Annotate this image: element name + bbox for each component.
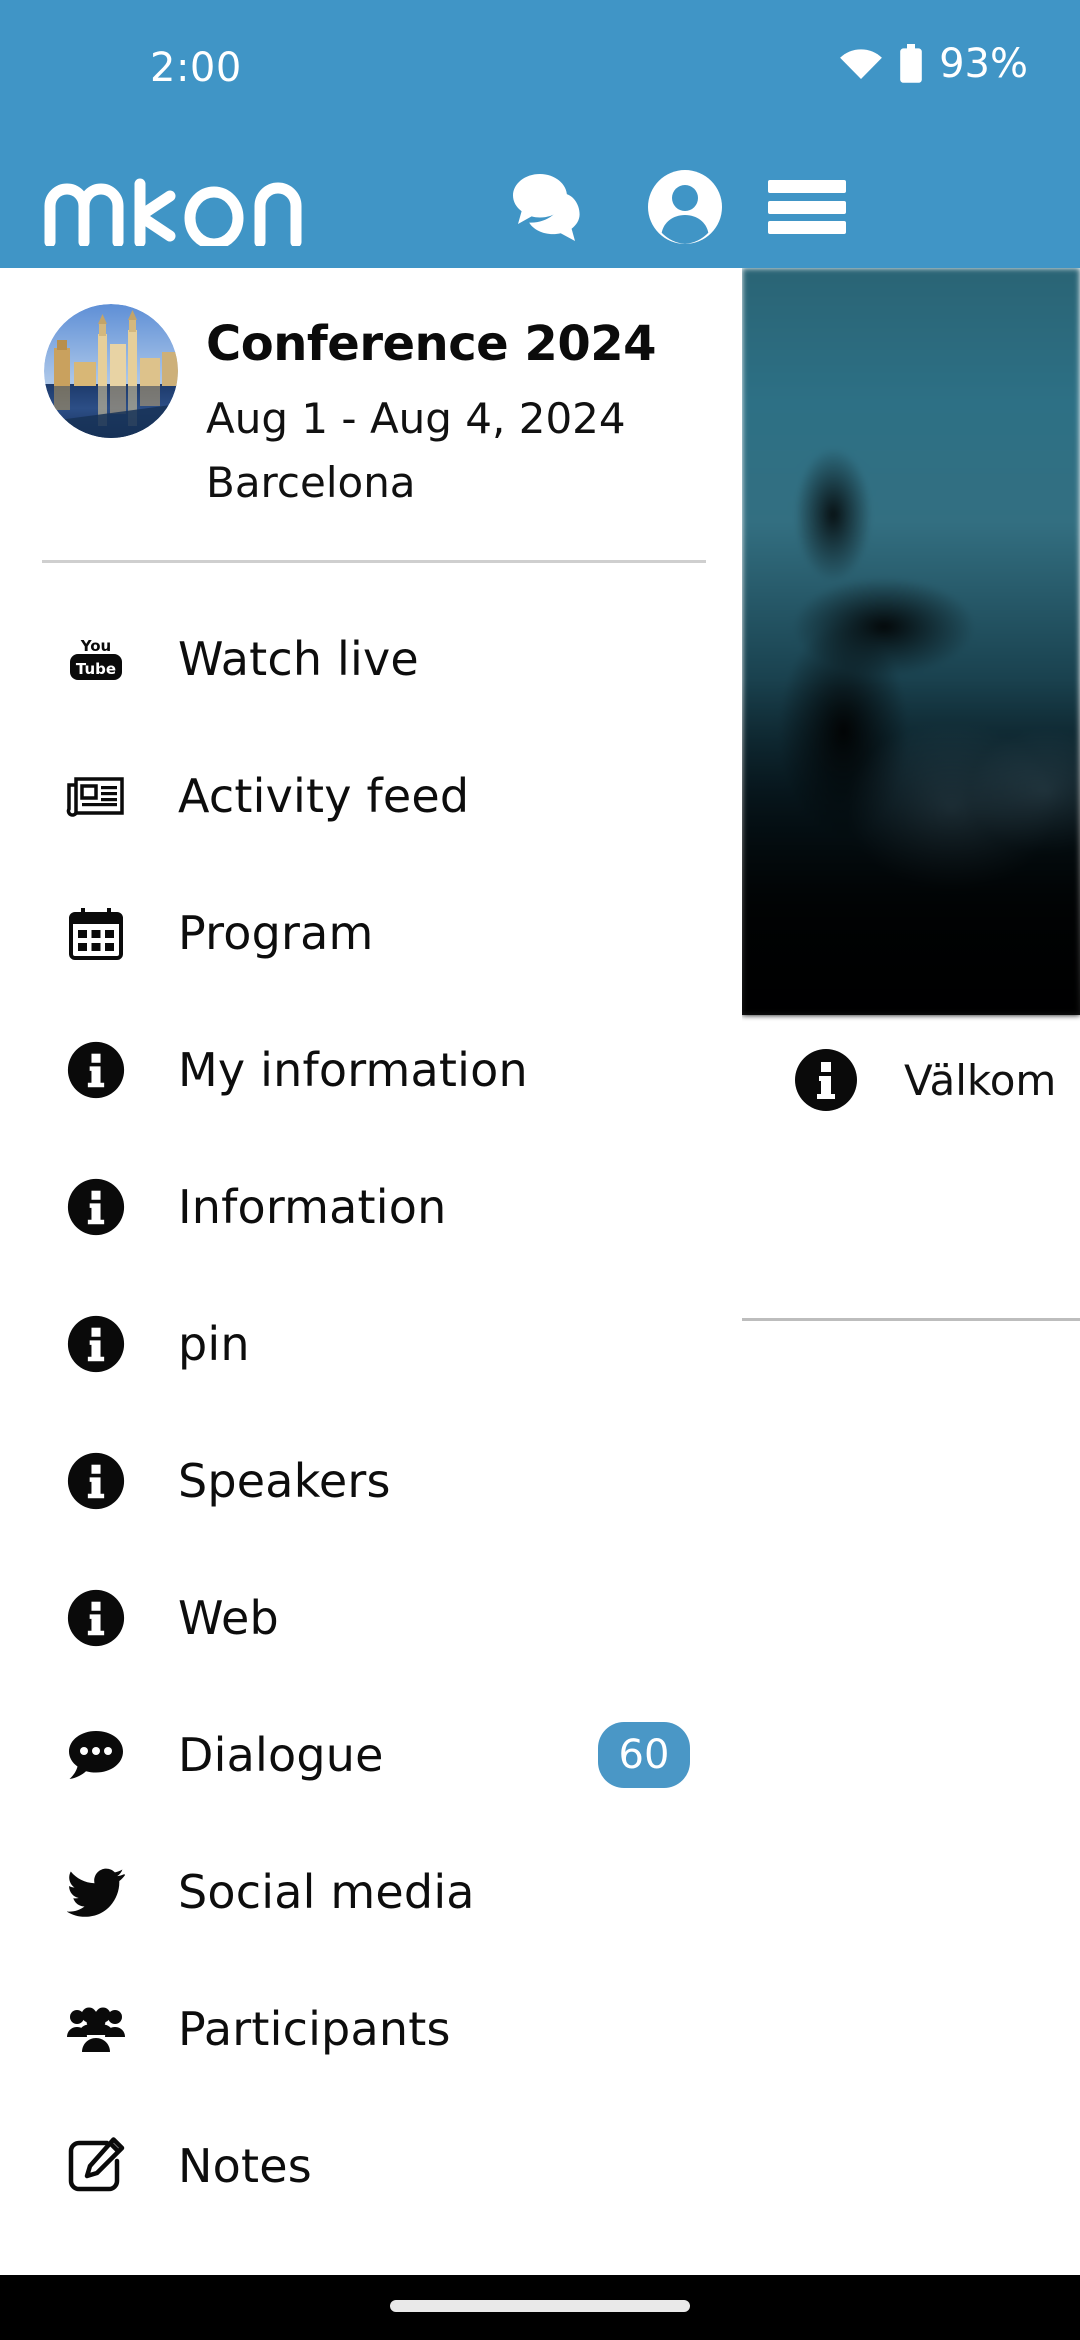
drawer-divider — [42, 560, 706, 563]
wifi-icon — [839, 47, 883, 81]
info-icon — [66, 1588, 126, 1648]
hamburger-icon[interactable] — [768, 180, 846, 234]
hamburger-bar — [768, 221, 846, 234]
battery-percent: 93% — [939, 41, 1028, 87]
menu-item-label: Speakers — [178, 1453, 391, 1508]
app-bar — [0, 140, 1080, 376]
info-icon — [66, 1451, 126, 1511]
menu-item-dialogue[interactable]: Dialogue 60 — [0, 1686, 742, 1823]
menu-item-information[interactable]: Information — [0, 1138, 742, 1275]
menu-item-web[interactable]: Web — [0, 1549, 742, 1686]
menu-item-label: Participants — [178, 2001, 451, 2056]
info-icon — [66, 1314, 126, 1374]
app-logo[interactable] — [42, 166, 332, 246]
hero-vignette — [742, 268, 1080, 1015]
status-time: 2:00 — [150, 45, 242, 91]
content-info-row[interactable]: Välkom — [742, 1015, 1080, 1145]
newspaper-icon — [66, 766, 126, 826]
menu-item-label: Web — [178, 1590, 279, 1645]
info-icon — [66, 1177, 126, 1237]
hamburger-bar — [768, 200, 846, 214]
menu-item-label: Information — [178, 1179, 447, 1234]
conference-dates: Aug 1 - Aug 4, 2024 — [206, 394, 626, 443]
status-badge: 60 — [598, 1721, 690, 1788]
people-icon — [66, 1999, 126, 2059]
youtube-icon: You Tube — [66, 629, 126, 689]
content-info-text: Välkom — [904, 1055, 1057, 1105]
hamburger-bar — [768, 180, 846, 193]
menu-item-social-media[interactable]: Social media — [0, 1823, 742, 1960]
menu-item-participants[interactable]: Participants — [0, 1960, 742, 2097]
battery-icon — [899, 44, 923, 84]
drawer-menu: You Tube Watch live Activity feed Progra… — [0, 590, 742, 2234]
conference-city: Barcelona — [206, 458, 416, 507]
info-icon — [794, 1048, 858, 1112]
svg-text:You: You — [80, 637, 111, 655]
chat-icon[interactable] — [510, 170, 592, 244]
twitter-icon — [66, 1862, 126, 1922]
menu-item-speakers[interactable]: Speakers — [0, 1412, 742, 1549]
navigation-drawer: Conference 2024 Aug 1 - Aug 4, 2024 Barc… — [0, 268, 742, 2275]
status-bar: 2:00 93% — [0, 0, 1080, 140]
menu-item-label: Watch live — [178, 631, 419, 686]
menu-item-pin[interactable]: pin — [0, 1275, 742, 1412]
menu-item-activity-feed[interactable]: Activity feed — [0, 727, 742, 864]
menu-item-label: pin — [178, 1316, 250, 1371]
conference-header[interactable]: Conference 2024 Aug 1 - Aug 4, 2024 Barc… — [0, 268, 742, 562]
info-icon — [66, 1040, 126, 1100]
menu-item-watch-live[interactable]: You Tube Watch live — [0, 590, 742, 727]
conference-title: Conference 2024 — [206, 316, 657, 372]
conference-avatar — [44, 304, 178, 438]
menu-item-notes[interactable]: Notes — [0, 2097, 742, 2234]
app-bar-actions — [510, 168, 724, 246]
note-edit-icon — [66, 2136, 126, 2196]
app-screen: 2:00 93% Välkom Conference 2024 Aug 1 - … — [0, 0, 1080, 2340]
menu-item-label: Notes — [178, 2138, 312, 2193]
menu-item-label: My information — [178, 1042, 528, 1097]
menu-item-program[interactable]: Program — [0, 864, 742, 1001]
system-nav-bar — [0, 2275, 1080, 2340]
menu-item-my-information[interactable]: My information — [0, 1001, 742, 1138]
content-panel: Välkom — [742, 268, 1080, 2275]
calendar-icon — [66, 903, 126, 963]
content-divider — [742, 1318, 1080, 1321]
account-icon[interactable] — [646, 168, 724, 246]
home-gesture-pill[interactable] — [390, 2300, 690, 2312]
status-indicators: 93% — [839, 44, 1028, 84]
menu-item-label: Dialogue — [178, 1727, 384, 1782]
menu-item-label: Activity feed — [178, 768, 470, 823]
chat-bubble-icon — [66, 1725, 126, 1785]
svg-text:Tube: Tube — [76, 660, 116, 678]
menu-item-label: Program — [178, 905, 374, 960]
menu-item-label: Social media — [178, 1864, 475, 1919]
